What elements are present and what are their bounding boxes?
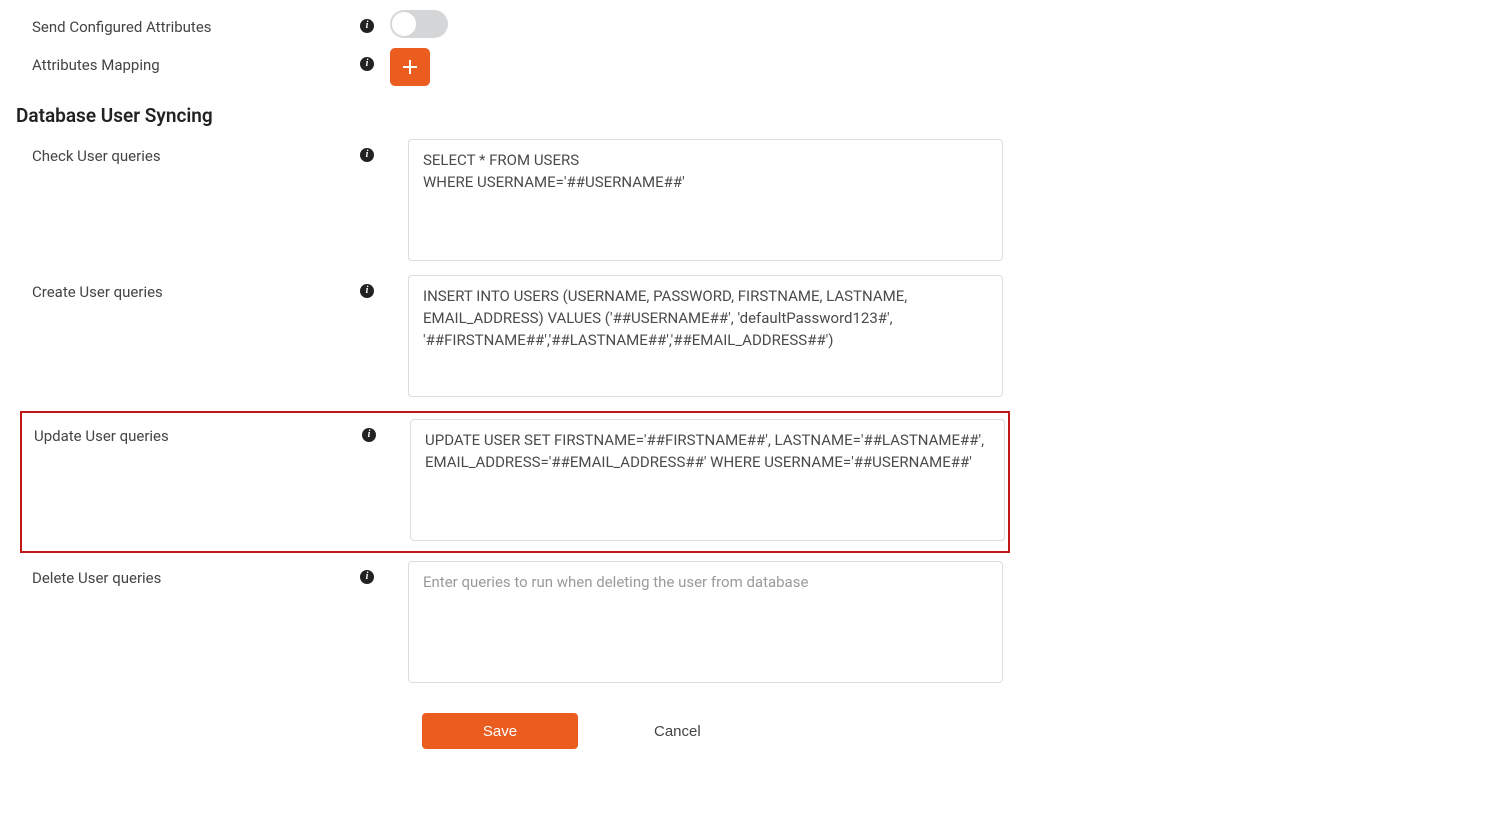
row-send-attributes: Send Configured Attributes i	[0, 10, 1502, 38]
info-icon[interactable]: i	[362, 428, 376, 442]
row-attributes-mapping: Attributes Mapping i	[0, 48, 1502, 86]
row-update-queries: Update User queries i	[22, 419, 1008, 545]
label-check-queries: Check User queries	[0, 139, 360, 165]
label-update-queries: Update User queries	[22, 419, 362, 445]
textarea-create-queries[interactable]	[408, 275, 1003, 397]
textarea-update-queries[interactable]	[410, 419, 1005, 541]
highlight-update-queries: Update User queries i	[20, 411, 1010, 553]
settings-form: Send Configured Attributes i Attributes …	[0, 0, 1502, 749]
label-delete-queries: Delete User queries	[0, 561, 360, 587]
textarea-delete-queries[interactable]	[408, 561, 1003, 683]
textarea-check-queries[interactable]	[408, 139, 1003, 261]
row-check-queries: Check User queries i	[0, 139, 1502, 265]
toggle-knob	[392, 12, 416, 36]
save-button[interactable]: Save	[422, 713, 578, 749]
button-row: Save Cancel	[422, 713, 1502, 749]
info-icon[interactable]: i	[360, 284, 374, 298]
row-create-queries: Create User queries i	[0, 275, 1502, 401]
info-icon[interactable]: i	[360, 148, 374, 162]
cancel-button[interactable]: Cancel	[648, 722, 707, 741]
info-icon[interactable]: i	[360, 57, 374, 71]
label-attributes-mapping: Attributes Mapping	[0, 48, 360, 74]
toggle-send-attributes[interactable]	[390, 10, 448, 38]
label-send-attributes: Send Configured Attributes	[0, 10, 360, 36]
row-delete-queries: Delete User queries i	[0, 561, 1502, 687]
info-icon[interactable]: i	[360, 19, 374, 33]
plus-icon	[402, 59, 418, 75]
section-heading-db-sync: Database User Syncing	[0, 96, 1502, 135]
label-create-queries: Create User queries	[0, 275, 360, 301]
add-attribute-button[interactable]	[390, 48, 430, 86]
info-icon[interactable]: i	[360, 570, 374, 584]
